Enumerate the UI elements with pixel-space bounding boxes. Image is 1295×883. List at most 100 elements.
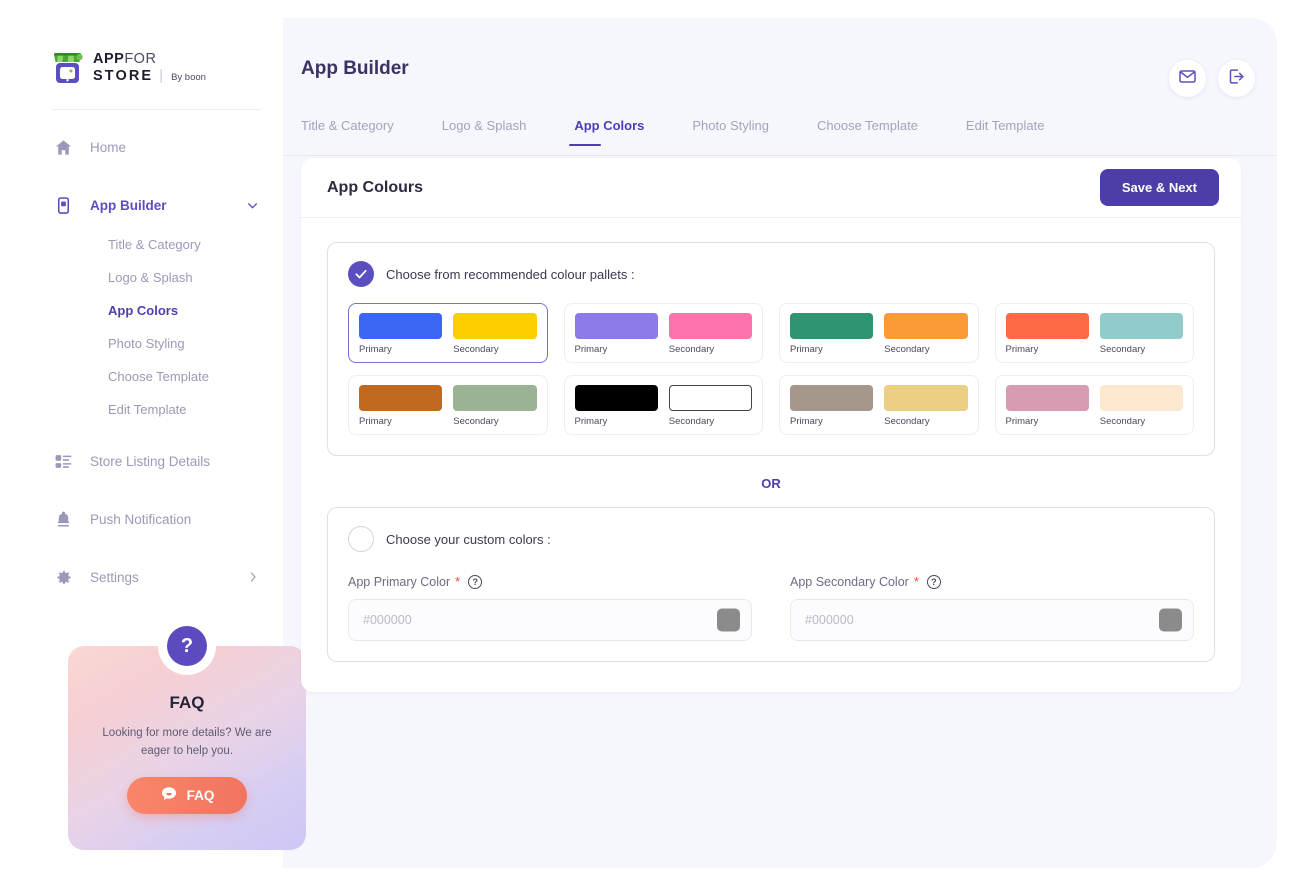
recommended-panel-label: Choose from recommended colour pallets : — [386, 266, 635, 282]
pallet-option[interactable]: Primary Secondary — [779, 375, 979, 435]
pallet-option[interactable]: Primary Secondary — [563, 303, 763, 363]
chevron-down-icon[interactable] — [246, 199, 259, 212]
sidebar-nav: Home App Builder Title & Category Logo &… — [18, 110, 283, 600]
help-icon[interactable]: ? — [926, 574, 941, 589]
pallet-option[interactable]: Primary Secondary — [994, 303, 1194, 363]
faq-description: Looking for more details? We are eager t… — [102, 727, 272, 757]
secondary-swatch — [668, 385, 752, 411]
primary-caption: Primary — [1005, 416, 1039, 427]
secondary-caption: Secondary — [1099, 344, 1146, 355]
primary-swatch — [790, 385, 874, 411]
tab-choose-template[interactable]: Choose Template — [817, 118, 918, 145]
recommended-pallets-panel: Choose from recommended colour pallets :… — [327, 242, 1215, 456]
list-details-icon — [52, 452, 74, 471]
secondary-caption: Secondary — [453, 344, 499, 355]
pallet-grid: Primary Secondary Primary Secondary Prim… — [348, 303, 1194, 435]
sidebar-subitem-photo-styling[interactable]: Photo Styling — [18, 327, 283, 360]
pallet-option[interactable]: Primary Secondary — [994, 375, 1194, 435]
logout-icon — [1227, 67, 1246, 91]
chevron-right-icon[interactable] — [247, 571, 259, 583]
secondary-caption: Secondary — [884, 416, 930, 427]
sidebar-item-label: Home — [90, 139, 127, 155]
sidebar-subitem-app-colors[interactable]: App Colors — [18, 294, 283, 327]
sidebar-subitem-edit-template[interactable]: Edit Template — [18, 393, 283, 426]
top-bar: App Builder — [283, 18, 1277, 118]
secondary-swatch — [884, 313, 968, 339]
sidebar-item-home[interactable]: Home — [18, 124, 283, 170]
tab-edit-template[interactable]: Edit Template — [966, 118, 1045, 145]
required-asterisk: * — [455, 574, 461, 589]
sidebar-subitem-logo-splash[interactable]: Logo & Splash — [18, 261, 283, 294]
primary-swatch — [359, 313, 443, 339]
primary-swatch — [1005, 385, 1089, 411]
pallet-secondary: Secondary — [453, 385, 537, 427]
pallet-secondary: Secondary — [668, 385, 752, 427]
logout-button[interactable] — [1218, 60, 1255, 97]
pallet-primary: Primary — [1005, 385, 1089, 427]
recommended-panel-header: Choose from recommended colour pallets : — [348, 261, 1194, 287]
tab-wrap: Edit Template — [966, 118, 1093, 145]
faq-button[interactable]: FAQ — [127, 776, 247, 814]
tab-wrap: App Colors — [569, 118, 692, 146]
mail-button[interactable] — [1169, 60, 1206, 97]
primary-caption: Primary — [359, 344, 392, 355]
app-primary-color-picker[interactable] — [717, 608, 740, 632]
sidebar-item-store-listing-details[interactable]: Store Listing Details — [18, 438, 283, 484]
app-primary-color-input[interactable] — [349, 600, 751, 640]
bell-icon — [52, 510, 74, 529]
card-header: App Colours Save & Next — [301, 158, 1241, 218]
pallet-primary: Primary — [1005, 313, 1089, 355]
sidebar-item-push-notification[interactable]: Push Notification — [18, 496, 283, 542]
app-secondary-color-input[interactable] — [791, 600, 1193, 640]
tab-photo-styling[interactable]: Photo Styling — [692, 118, 769, 145]
tab-title-category[interactable]: Title & Category — [301, 118, 394, 145]
pallet-option[interactable]: Primary Secondary — [348, 375, 548, 435]
help-icon[interactable]: ? — [468, 574, 483, 589]
main-content: App Builder Title & Category Logo & Spla… — [283, 18, 1277, 868]
card-title: App Colours — [327, 178, 423, 196]
page-title: App Builder — [301, 58, 409, 79]
tab-bar: Title & Category Logo & Splash App Color… — [283, 118, 1277, 156]
tab-app-colors[interactable]: App Colors — [569, 118, 644, 146]
sidebar-item-label: Push Notification — [90, 511, 192, 527]
pallet-option[interactable]: Primary Secondary — [348, 303, 548, 363]
primary-caption: Primary — [359, 416, 392, 427]
save-and-next-button[interactable]: Save & Next — [1099, 169, 1219, 206]
sidebar-subitem-title-category[interactable]: Title & Category — [18, 228, 283, 261]
brand-logo-block[interactable]: APPFOR STORE | By boon — [18, 18, 283, 84]
custom-panel-label: Choose your custom colors : — [386, 531, 551, 547]
pallet-option[interactable]: Primary Secondary — [563, 375, 763, 435]
custom-panel-header: Choose your custom colors : — [348, 526, 1194, 552]
app-secondary-color-picker[interactable] — [1159, 608, 1182, 632]
primary-caption: Primary — [790, 344, 823, 355]
primary-caption: Primary — [574, 344, 608, 355]
sidebar-item-label: Settings — [90, 569, 139, 585]
or-divider: OR — [761, 476, 781, 491]
brand-byline: By boon — [171, 71, 206, 83]
secondary-swatch — [1099, 313, 1183, 339]
check-icon — [355, 269, 367, 279]
recommended-radio-checked[interactable] — [348, 261, 374, 287]
app-colours-card: App Colours Save & Next Choose from reco… — [301, 158, 1241, 692]
primary-caption: Primary — [574, 416, 608, 427]
field-label-text: App Primary Color — [348, 574, 451, 589]
brand-line1-bold: APP — [93, 51, 125, 68]
faq-title: FAQ — [169, 693, 205, 712]
app-primary-color-input-wrap — [348, 599, 752, 641]
sidebar-item-app-builder[interactable]: App Builder — [18, 182, 283, 228]
pallet-secondary: Secondary — [1099, 313, 1183, 355]
faq-card: ? FAQ Looking for more details? We are e… — [68, 617, 306, 850]
sidebar-subitem-choose-template[interactable]: Choose Template — [18, 360, 283, 393]
sidebar-item-settings[interactable]: Settings — [18, 554, 283, 600]
tab-logo-splash[interactable]: Logo & Splash — [442, 118, 527, 145]
field-label-text: App Secondary Color — [790, 574, 909, 589]
brand-line2: STORE — [93, 67, 154, 84]
chat-bubble-icon — [160, 785, 178, 806]
primary-caption: Primary — [1005, 344, 1039, 355]
pallet-primary: Primary — [790, 385, 874, 427]
custom-radio-unchecked[interactable] — [348, 526, 374, 552]
primary-swatch — [574, 385, 658, 411]
pallet-option[interactable]: Primary Secondary — [779, 303, 979, 363]
pallet-secondary: Secondary — [884, 313, 968, 355]
